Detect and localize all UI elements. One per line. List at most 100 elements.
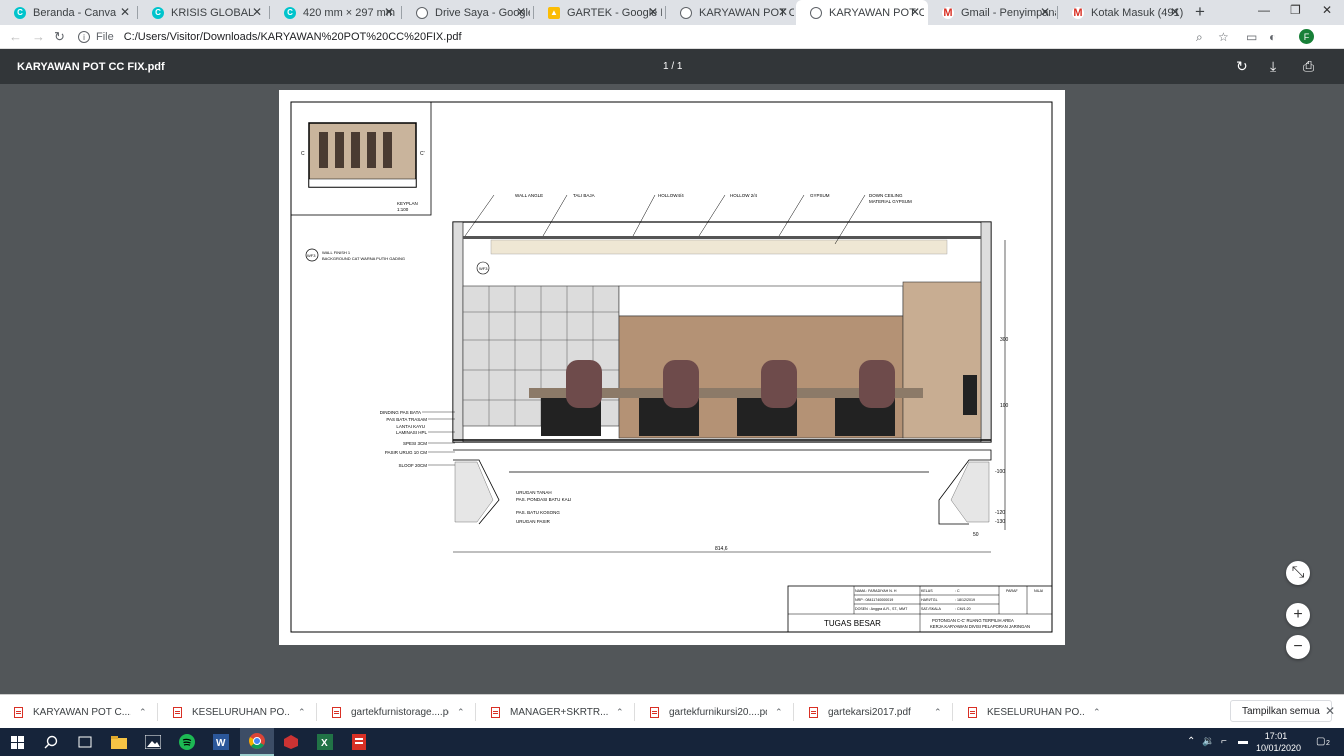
- download-item[interactable]: MANAGER+SKRTR....pdf ⌃: [477, 695, 635, 729]
- download-item[interactable]: gartekfurnikursi20....pdf ⌃: [636, 695, 794, 729]
- minimize-icon[interactable]: —: [1258, 3, 1270, 17]
- download-item[interactable]: KESELURUHAN PO....pdf ⌃: [954, 695, 1112, 729]
- search-icon[interactable]: [34, 728, 68, 756]
- close-icon[interactable]: ✕: [778, 5, 788, 19]
- label-laminasi: LAMINASI HPL: [396, 430, 428, 435]
- tray-chevron-icon[interactable]: ⌃: [1187, 736, 1195, 747]
- tab-420mm[interactable]: C 420 mm × 297 mm - in ✕: [270, 0, 402, 25]
- speaker-icon[interactable]: 🔉: [1202, 736, 1214, 747]
- windows-start-icon[interactable]: [0, 728, 34, 756]
- notification-icon[interactable]: ▢: [1316, 736, 1325, 747]
- pdf-reader-icon[interactable]: [342, 728, 376, 756]
- tb-nilai: NILAI: [1034, 589, 1043, 593]
- scheme-label: File: [96, 31, 114, 43]
- zoom-in-button[interactable]: +: [1286, 603, 1310, 627]
- canva-icon: C: [284, 6, 296, 19]
- chevron-up-icon[interactable]: ⌃: [1093, 707, 1101, 718]
- download-icon[interactable]: ⤓: [1270, 58, 1276, 75]
- url-text[interactable]: C:/Users/Visitor/Downloads/KARYAWAN%20PO…: [124, 31, 462, 43]
- tb-paraf: PARAF: [1006, 589, 1019, 593]
- tab-krisis-global[interactable]: C KRISIS GLOBAL ✕: [138, 0, 270, 25]
- chevron-up-icon[interactable]: ⌃: [775, 707, 783, 718]
- pdf-title: KARYAWAN POT CC FIX.pdf: [17, 61, 165, 73]
- download-name: gartekfurnistorage....pdf: [351, 706, 449, 718]
- forward-icon[interactable]: →: [32, 29, 45, 44]
- avatar[interactable]: F: [1299, 29, 1314, 44]
- chevron-up-icon[interactable]: ⌃: [139, 707, 147, 718]
- info-icon[interactable]: i: [78, 31, 90, 43]
- zoom-out-button[interactable]: −: [1286, 635, 1310, 659]
- dim-minus-100: -100: [995, 469, 1005, 475]
- cast-icon[interactable]: ▭: [1246, 30, 1257, 44]
- download-item[interactable]: KESELURUHAN PO....pdf ⌃: [159, 695, 317, 729]
- tab-karyawan-active[interactable]: KARYAWAN POT CC FIX ✕: [796, 0, 928, 25]
- star-icon[interactable]: ☆: [1218, 30, 1229, 44]
- download-item[interactable]: gartekarsi2017.pdf ⌃: [795, 695, 953, 729]
- keyboard-icon[interactable]: ▬: [1238, 736, 1248, 747]
- network-icon[interactable]: ⌐: [1221, 736, 1227, 747]
- label-pondasi: PAS. PONDASI BATU KALI: [516, 497, 571, 502]
- chevron-up-icon[interactable]: ⌃: [934, 707, 942, 718]
- drive-icon: ▲: [548, 6, 560, 19]
- tab-kotak-masuk[interactable]: M Kotak Masuk (491) - fe ✕: [1058, 0, 1188, 25]
- close-icon[interactable]: ✕: [120, 5, 130, 19]
- label-material-gypsum: MATERIAL GYPSUM: [869, 199, 912, 204]
- print-icon[interactable]: ⎙: [1303, 58, 1314, 75]
- taskbar: W X ⌃ 🔉 ⌐ ▬ 17:01 10/01/2020 ▢ 2: [0, 728, 1344, 756]
- tb-nama: NAMA : FARADIYAH N. H: [855, 589, 897, 593]
- sketchup-icon[interactable]: [274, 728, 308, 756]
- dim-300: 300: [1000, 337, 1009, 343]
- extension-icon[interactable]: ◐: [1269, 30, 1276, 44]
- chevron-up-icon[interactable]: ⌃: [298, 707, 306, 718]
- chrome-icon[interactable]: [240, 728, 274, 756]
- label-dinding: DINDING PAS BATA: [380, 410, 421, 415]
- tb-hari: HARI/TGL: [921, 598, 938, 602]
- tab-gmail-penyimpanan[interactable]: M Gmail - Penyimpanan d ✕: [928, 0, 1058, 25]
- word-icon[interactable]: W: [204, 728, 238, 756]
- close-icon[interactable]: ✕: [910, 5, 920, 19]
- fit-page-button[interactable]: ⤡: [1286, 561, 1310, 585]
- dim-minus-120: -120: [995, 510, 1005, 516]
- pdf-toolbar: KARYAWAN POT CC FIX.pdf 1 / 1 ↻ ⤓ ⎙: [0, 49, 1344, 84]
- tab-gartek-drive[interactable]: ▲ GARTEK - Google Drive ✕: [534, 0, 666, 25]
- clock[interactable]: 17:01 10/01/2020: [1256, 730, 1301, 754]
- chevron-up-icon[interactable]: ⌃: [616, 707, 624, 718]
- tab-drive-saya[interactable]: Drive Saya - Google Dr ✕: [402, 0, 534, 25]
- close-icon[interactable]: ✕: [384, 5, 394, 19]
- label-hollow44: HOLLOW4/4: [658, 193, 684, 198]
- close-icon[interactable]: ✕: [1170, 5, 1180, 19]
- photos-icon[interactable]: [136, 728, 170, 756]
- close-icon[interactable]: ✕: [1325, 704, 1335, 718]
- chevron-up-icon[interactable]: ⌃: [457, 707, 465, 718]
- zoom-icon[interactable]: ⌕: [1196, 30, 1203, 45]
- close-icon[interactable]: ✕: [516, 5, 526, 19]
- url-field[interactable]: i File C:/Users/Visitor/Downloads/KARYAW…: [78, 27, 1238, 47]
- rotate-icon[interactable]: ↻: [1236, 58, 1248, 75]
- new-tab-plus-icon[interactable]: +: [1195, 2, 1205, 22]
- tb-skala: : CM/1:20: [955, 607, 971, 611]
- close-icon[interactable]: ✕: [648, 5, 658, 19]
- tab-karyawan-1[interactable]: KARYAWAN POT CC FIX ✕: [666, 0, 796, 25]
- file-explorer-icon[interactable]: [102, 728, 136, 756]
- restore-icon[interactable]: ❐: [1290, 3, 1301, 17]
- fit-page-icon: ⤡: [1291, 564, 1305, 581]
- window-close-icon[interactable]: ✕: [1322, 3, 1332, 17]
- dim-50: 50: [973, 532, 979, 538]
- pdf-file-icon: [173, 706, 182, 718]
- tab-beranda-canva[interactable]: C Beranda - Canva ✕: [0, 0, 138, 25]
- close-icon[interactable]: ✕: [1040, 5, 1050, 19]
- download-item[interactable]: KARYAWAN POT C....pdf ⌃: [0, 695, 158, 729]
- show-all-button[interactable]: Tampilkan semua: [1230, 700, 1332, 722]
- tb-kelas: : C: [955, 589, 960, 593]
- back-icon[interactable]: ←: [9, 29, 22, 44]
- task-view-icon[interactable]: [68, 728, 102, 756]
- address-bar: ← → ↻ i File C:/Users/Visitor/Downloads/…: [0, 25, 1344, 49]
- label-hollow24: HOLLOW 2/4: [730, 193, 758, 198]
- excel-icon[interactable]: X: [308, 728, 342, 756]
- close-icon[interactable]: ✕: [252, 5, 262, 19]
- pdf-file-icon: [14, 706, 23, 718]
- label-pas-bata: PAS BATA TRASAM: [386, 417, 427, 422]
- reload-icon[interactable]: ↻: [54, 29, 65, 45]
- spotify-icon[interactable]: [170, 728, 204, 756]
- download-item[interactable]: gartekfurnistorage....pdf ⌃: [318, 695, 476, 729]
